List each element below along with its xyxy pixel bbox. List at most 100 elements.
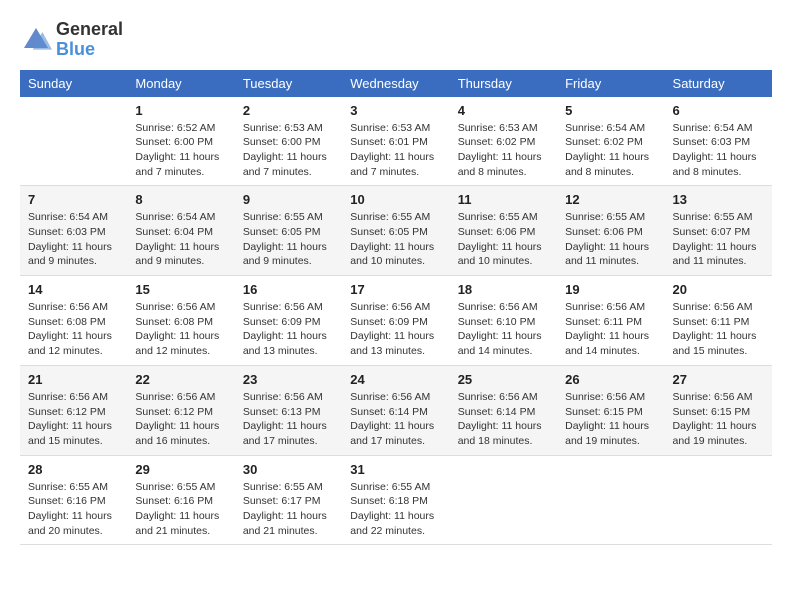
day-number: 28 <box>28 462 119 477</box>
day-info: Sunrise: 6:56 AMSunset: 6:12 PMDaylight:… <box>28 390 119 449</box>
day-number: 17 <box>350 282 441 297</box>
day-number: 12 <box>565 192 656 207</box>
day-info: Sunrise: 6:55 AMSunset: 6:17 PMDaylight:… <box>243 480 334 539</box>
weekday-header: Tuesday <box>235 70 342 97</box>
day-number: 13 <box>673 192 764 207</box>
weekday-header: Wednesday <box>342 70 449 97</box>
logo: GeneralBlue <box>20 20 123 60</box>
calendar-cell: 11 Sunrise: 6:55 AMSunset: 6:06 PMDayligh… <box>450 186 557 276</box>
day-info: Sunrise: 6:56 AMSunset: 6:13 PMDaylight:… <box>243 390 334 449</box>
calendar-cell: 13Sunrise: 6:55 AMSunset: 6:07 PMDayligh… <box>665 186 772 276</box>
calendar-cell: 2 Sunrise: 6:53 AMSunset: 6:00 PMDaylight… <box>235 97 342 186</box>
day-number: 5 <box>565 103 656 118</box>
day-number: 11 <box>458 192 549 207</box>
day-number: 27 <box>673 372 764 387</box>
day-number: 16 <box>243 282 334 297</box>
day-number: 3 <box>350 103 441 118</box>
day-info: Sunrise: 6:55 AMSunset: 6:06 PMDaylight:… <box>458 210 549 269</box>
logo-icon <box>20 24 52 56</box>
day-number: 23 <box>243 372 334 387</box>
weekday-header: Saturday <box>665 70 772 97</box>
calendar-cell: 26Sunrise: 6:56 AMSunset: 6:15 PMDayligh… <box>557 365 664 455</box>
weekday-header: Friday <box>557 70 664 97</box>
day-number: 29 <box>135 462 226 477</box>
logo-blue-text: Blue <box>56 39 95 59</box>
day-info: Sunrise: 6:56 AMSunset: 6:08 PMDaylight:… <box>28 300 119 359</box>
day-info: Sunrise: 6:55 AMSunset: 6:16 PMDaylight:… <box>28 480 119 539</box>
day-info: Sunrise: 6:55 AMSunset: 6:18 PMDaylight:… <box>350 480 441 539</box>
calendar-cell: 6 Sunrise: 6:54 AMSunset: 6:03 PMDaylight… <box>665 97 772 186</box>
day-number: 21 <box>28 372 119 387</box>
calendar-cell: 14 Sunrise: 6:56 AMSunset: 6:08 PMDayligh… <box>20 276 127 366</box>
calendar-cell: 22Sunrise: 6:56 AMSunset: 6:12 PMDayligh… <box>127 365 234 455</box>
day-number: 15 <box>135 282 226 297</box>
calendar-cell: 17 Sunrise: 6:56 AMSunset: 6:09 PMDayligh… <box>342 276 449 366</box>
day-number: 8 <box>135 192 226 207</box>
calendar-week-row: 7 Sunrise: 6:54 AMSunset: 6:03 PMDaylight… <box>20 186 772 276</box>
day-info: Sunrise: 6:53 AMSunset: 6:00 PMDaylight:… <box>243 121 334 180</box>
calendar-cell: 18 Sunrise: 6:56 AMSunset: 6:10 PMDayligh… <box>450 276 557 366</box>
day-info: Sunrise: 6:54 AMSunset: 6:04 PMDaylight:… <box>135 210 226 269</box>
weekday-header: Thursday <box>450 70 557 97</box>
calendar-cell: 8 Sunrise: 6:54 AMSunset: 6:04 PMDaylight… <box>127 186 234 276</box>
day-info: Sunrise: 6:55 AMSunset: 6:06 PMDaylight:… <box>565 210 656 269</box>
calendar-cell <box>450 455 557 545</box>
day-number: 18 <box>458 282 549 297</box>
day-info: Sunrise: 6:56 AMSunset: 6:09 PMDaylight:… <box>350 300 441 359</box>
calendar-cell: 3 Sunrise: 6:53 AMSunset: 6:01 PMDaylight… <box>342 97 449 186</box>
day-number: 7 <box>28 192 119 207</box>
day-info: Sunrise: 6:54 AMSunset: 6:03 PMDaylight:… <box>673 121 764 180</box>
calendar-cell: 21 Sunrise: 6:56 AMSunset: 6:12 PMDayligh… <box>20 365 127 455</box>
calendar-cell <box>557 455 664 545</box>
day-number: 31 <box>350 462 441 477</box>
logo-text: GeneralBlue <box>56 20 123 60</box>
day-number: 26 <box>565 372 656 387</box>
calendar-cell: 23 Sunrise: 6:56 AMSunset: 6:13 PMDayligh… <box>235 365 342 455</box>
calendar-cell: 5Sunrise: 6:54 AMSunset: 6:02 PMDaylight… <box>557 97 664 186</box>
day-info: Sunrise: 6:56 AMSunset: 6:12 PMDaylight:… <box>135 390 226 449</box>
calendar-cell: 30 Sunrise: 6:55 AMSunset: 6:17 PMDayligh… <box>235 455 342 545</box>
calendar-cell: 1Sunrise: 6:52 AMSunset: 6:00 PMDaylight… <box>127 97 234 186</box>
day-info: Sunrise: 6:55 AMSunset: 6:05 PMDaylight:… <box>350 210 441 269</box>
day-number: 24 <box>350 372 441 387</box>
weekday-header: Monday <box>127 70 234 97</box>
day-info: Sunrise: 6:53 AMSunset: 6:01 PMDaylight:… <box>350 121 441 180</box>
day-number: 2 <box>243 103 334 118</box>
calendar-week-row: 1Sunrise: 6:52 AMSunset: 6:00 PMDaylight… <box>20 97 772 186</box>
calendar-cell: 16 Sunrise: 6:56 AMSunset: 6:09 PMDayligh… <box>235 276 342 366</box>
calendar-cell: 9Sunrise: 6:55 AMSunset: 6:05 PMDaylight… <box>235 186 342 276</box>
day-info: Sunrise: 6:56 AMSunset: 6:14 PMDaylight:… <box>458 390 549 449</box>
day-number: 6 <box>673 103 764 118</box>
calendar-week-row: 14 Sunrise: 6:56 AMSunset: 6:08 PMDayligh… <box>20 276 772 366</box>
calendar-cell <box>20 97 127 186</box>
calendar-cell: 20 Sunrise: 6:56 AMSunset: 6:11 PMDayligh… <box>665 276 772 366</box>
calendar-cell: 31 Sunrise: 6:55 AMSunset: 6:18 PMDayligh… <box>342 455 449 545</box>
calendar-cell: 24 Sunrise: 6:56 AMSunset: 6:14 PMDayligh… <box>342 365 449 455</box>
day-info: Sunrise: 6:53 AMSunset: 6:02 PMDaylight:… <box>458 121 549 180</box>
calendar-cell: 25 Sunrise: 6:56 AMSunset: 6:14 PMDayligh… <box>450 365 557 455</box>
calendar-cell: 15Sunrise: 6:56 AMSunset: 6:08 PMDayligh… <box>127 276 234 366</box>
calendar-week-row: 21 Sunrise: 6:56 AMSunset: 6:12 PMDayligh… <box>20 365 772 455</box>
day-number: 14 <box>28 282 119 297</box>
day-number: 10 <box>350 192 441 207</box>
day-info: Sunrise: 6:54 AMSunset: 6:03 PMDaylight:… <box>28 210 119 269</box>
calendar-header: SundayMondayTuesdayWednesdayThursdayFrid… <box>20 70 772 97</box>
day-info: Sunrise: 6:56 AMSunset: 6:10 PMDaylight:… <box>458 300 549 359</box>
day-info: Sunrise: 6:52 AMSunset: 6:00 PMDaylight:… <box>135 121 226 180</box>
calendar-cell: 7 Sunrise: 6:54 AMSunset: 6:03 PMDaylight… <box>20 186 127 276</box>
day-number: 19 <box>565 282 656 297</box>
calendar-cell: 12 Sunrise: 6:55 AMSunset: 6:06 PMDayligh… <box>557 186 664 276</box>
day-number: 25 <box>458 372 549 387</box>
day-number: 30 <box>243 462 334 477</box>
day-info: Sunrise: 6:56 AMSunset: 6:14 PMDaylight:… <box>350 390 441 449</box>
day-number: 20 <box>673 282 764 297</box>
calendar-week-row: 28 Sunrise: 6:55 AMSunset: 6:16 PMDayligh… <box>20 455 772 545</box>
page-header: GeneralBlue <box>20 20 772 60</box>
calendar-table: SundayMondayTuesdayWednesdayThursdayFrid… <box>20 70 772 546</box>
calendar-cell: 28 Sunrise: 6:55 AMSunset: 6:16 PMDayligh… <box>20 455 127 545</box>
calendar-cell: 19Sunrise: 6:56 AMSunset: 6:11 PMDayligh… <box>557 276 664 366</box>
day-info: Sunrise: 6:56 AMSunset: 6:09 PMDaylight:… <box>243 300 334 359</box>
day-info: Sunrise: 6:55 AMSunset: 6:16 PMDaylight:… <box>135 480 226 539</box>
calendar-cell: 29 Sunrise: 6:55 AMSunset: 6:16 PMDayligh… <box>127 455 234 545</box>
day-info: Sunrise: 6:56 AMSunset: 6:11 PMDaylight:… <box>673 300 764 359</box>
